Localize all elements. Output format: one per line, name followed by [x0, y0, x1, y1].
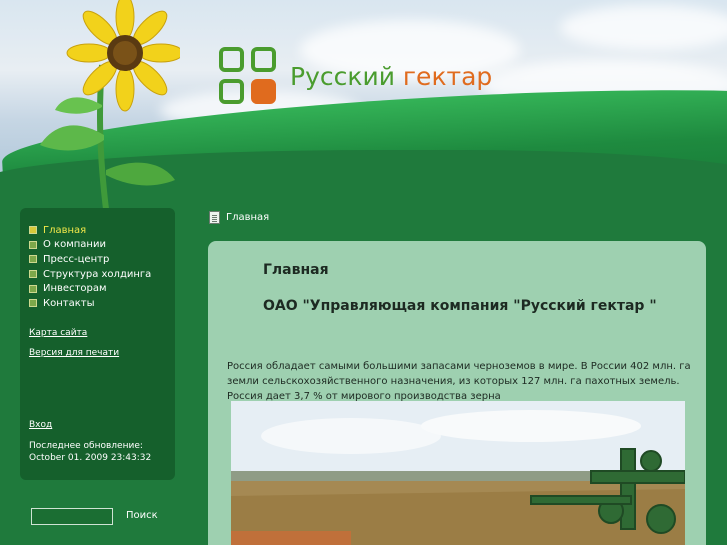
print-version-link[interactable]: Версия для печати: [29, 348, 119, 358]
bullet-icon: [29, 299, 37, 308]
field-photo: [231, 401, 685, 545]
intro-paragraph: Россия обладает самыми большими запасами…: [227, 361, 691, 402]
menu-item-label: Главная: [43, 224, 87, 236]
menu-item-structure[interactable]: Структура холдинга: [29, 267, 151, 282]
menu-item-home[interactable]: Главная: [29, 223, 151, 238]
menu-item-label: Структура холдинга: [43, 268, 152, 280]
menu-item-press[interactable]: Пресс-центр: [29, 252, 151, 267]
menu-item-label: Контакты: [43, 297, 95, 309]
breadcrumb: Главная: [209, 211, 269, 224]
menu-item-label: Пресс-центр: [43, 253, 110, 265]
page-title: Главная: [263, 262, 329, 278]
login-link[interactable]: Вход: [29, 420, 52, 430]
document-icon: [209, 211, 220, 224]
site-logo[interactable]: Русский гектар: [219, 47, 492, 105]
site-title: Русский гектар: [290, 62, 492, 91]
bullet-icon: [29, 240, 37, 249]
breadcrumb-label: Главная: [226, 212, 270, 223]
sunflower-illustration: [40, 0, 180, 225]
sitemap-link[interactable]: Карта сайта: [29, 328, 87, 338]
bullet-icon: [29, 270, 37, 279]
bullet-icon: [29, 255, 37, 264]
menu-item-investors[interactable]: Инвесторам: [29, 281, 151, 296]
menu-item-about[interactable]: О компании: [29, 238, 151, 253]
menu-item-contacts[interactable]: Контакты: [29, 296, 151, 311]
bullet-icon: [29, 284, 37, 293]
main-menu: Главная О компании Пресс-центр Структура…: [29, 223, 151, 311]
field-machinery-image: [231, 401, 685, 545]
site-title-word1: Русский: [290, 61, 395, 91]
search-button[interactable]: Поиск: [126, 510, 158, 521]
last-update-value: October 01. 2009 23:43:32: [29, 453, 152, 463]
menu-item-label: О компании: [43, 239, 106, 251]
bullet-icon: [29, 226, 37, 235]
logo-mark-icon: [219, 47, 277, 105]
company-heading: ОАО "Управляющая компания "Русский гекта…: [263, 298, 657, 314]
site-title-word2: гектар: [402, 61, 493, 91]
last-update-label: Последнее обновление:: [29, 441, 143, 451]
menu-item-label: Инвесторам: [43, 283, 107, 295]
search-input[interactable]: [31, 508, 113, 525]
